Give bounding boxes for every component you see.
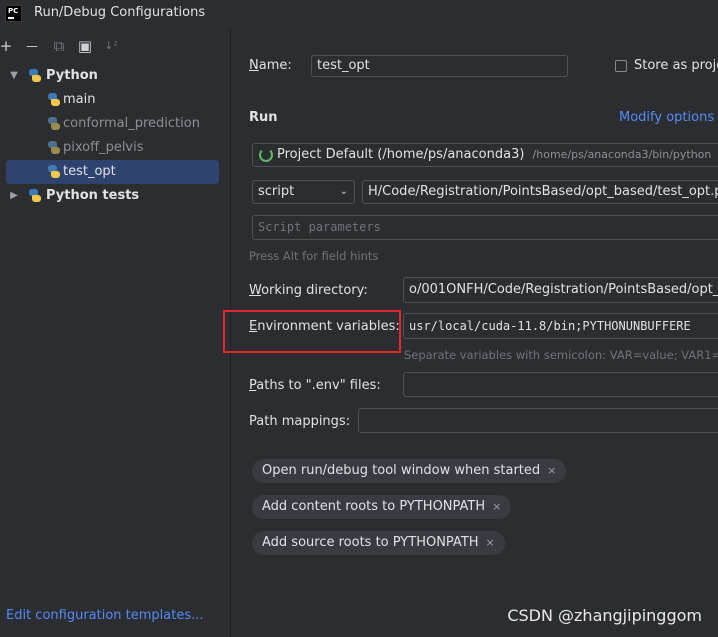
close-icon[interactable]: × xyxy=(492,500,501,513)
chevron-right-icon[interactable]: ▶ xyxy=(7,184,21,208)
python-icon xyxy=(47,165,60,178)
csdn-watermark: CSDN @zhangjipinggom xyxy=(507,606,702,625)
tree-item-label: main xyxy=(63,92,96,107)
environment-variables-hint: Separate variables with semicolon: VAR=v… xyxy=(404,348,718,362)
working-directory-input[interactable]: o/001ONFH/Code/Registration/PointsBased/… xyxy=(403,277,718,303)
copy-icon[interactable]: ⧉ xyxy=(50,36,68,56)
title-bar: PC Run/Debug Configurations xyxy=(0,0,718,28)
open-tool-window-chip[interactable]: Open run/debug tool window when started × xyxy=(252,459,567,483)
python-icon xyxy=(28,189,41,202)
tree-item-label: conformal_prediction xyxy=(63,116,200,131)
window-title: Run/Debug Configurations xyxy=(34,5,206,20)
script-path-input[interactable]: H/Code/Registration/PointsBased/opt_base… xyxy=(362,180,718,204)
close-icon[interactable]: × xyxy=(547,464,556,477)
add-source-roots-chip[interactable]: Add source roots to PYTHONPATH × xyxy=(252,531,505,555)
script-parameters-input[interactable]: Script parameters xyxy=(252,215,718,240)
tree-group-python[interactable]: ▼ Python xyxy=(0,64,231,88)
path-mappings-input[interactable] xyxy=(358,408,718,433)
configurations-sidebar: + — ⧉ ▣ ↓² ▼ Python main conformal_predi… xyxy=(0,28,231,637)
new-folder-icon[interactable]: ▣ xyxy=(76,36,94,56)
dotenv-paths-input[interactable] xyxy=(403,372,718,397)
name-label: Name: xyxy=(249,58,292,73)
close-icon[interactable]: × xyxy=(486,536,495,549)
tree-item-pixoff-pelvis[interactable]: pixoff_pelvis xyxy=(0,136,231,160)
interpreter-select[interactable]: Project Default (/home/ps/anaconda3) /ho… xyxy=(252,143,718,167)
run-section-heading: Run xyxy=(249,110,278,125)
dotenv-paths-label: Paths to ".env" files: xyxy=(249,378,381,393)
tree-item-test-opt[interactable]: test_opt xyxy=(0,160,231,184)
python-icon xyxy=(47,141,60,154)
python-icon xyxy=(47,117,60,130)
pycharm-app-icon: PC xyxy=(5,5,22,22)
loading-spinner-icon xyxy=(259,148,273,162)
store-as-project-checkbox[interactable] xyxy=(615,60,627,72)
edit-configuration-templates-link[interactable]: Edit configuration templates... xyxy=(6,608,204,623)
tree-item-conformal-prediction[interactable]: conformal_prediction xyxy=(0,112,231,136)
sidebar-toolbar: + — ⧉ ▣ ↓² xyxy=(0,36,231,56)
python-icon xyxy=(47,93,60,106)
sort-icon[interactable]: ↓² xyxy=(102,36,120,56)
tree-item-label: test_opt xyxy=(63,164,116,179)
field-hints-text: Press Alt for field hints xyxy=(249,249,379,263)
remove-icon[interactable]: — xyxy=(23,36,41,56)
chevron-down-icon[interactable]: ▼ xyxy=(7,64,21,88)
name-input[interactable]: test_opt xyxy=(311,55,568,77)
python-icon xyxy=(28,69,41,82)
add-content-roots-chip[interactable]: Add content roots to PYTHONPATH × xyxy=(252,495,512,519)
tree-group-python-tests[interactable]: ▶ Python tests xyxy=(0,184,231,208)
path-mappings-label: Path mappings: xyxy=(249,414,351,429)
tree-group-label: Python xyxy=(46,68,98,83)
environment-variables-input[interactable]: usr/local/cuda-11.8/bin;PYTHONUNBUFFERE xyxy=(403,313,718,339)
modify-options-link[interactable]: Modify options xyxy=(619,110,714,125)
store-as-project-label: Store as proje xyxy=(634,58,718,73)
tree-group-label: Python tests xyxy=(46,188,140,203)
chevron-down-icon: ⌄ xyxy=(339,186,348,197)
add-icon[interactable]: + xyxy=(0,36,15,56)
working-directory-label: Working directory: xyxy=(249,283,368,298)
tree-item-main[interactable]: main xyxy=(0,88,231,112)
annotation-highlight-box xyxy=(223,310,401,353)
script-type-select[interactable]: script ⌄ xyxy=(252,180,355,204)
tree-item-label: pixoff_pelvis xyxy=(63,140,144,155)
